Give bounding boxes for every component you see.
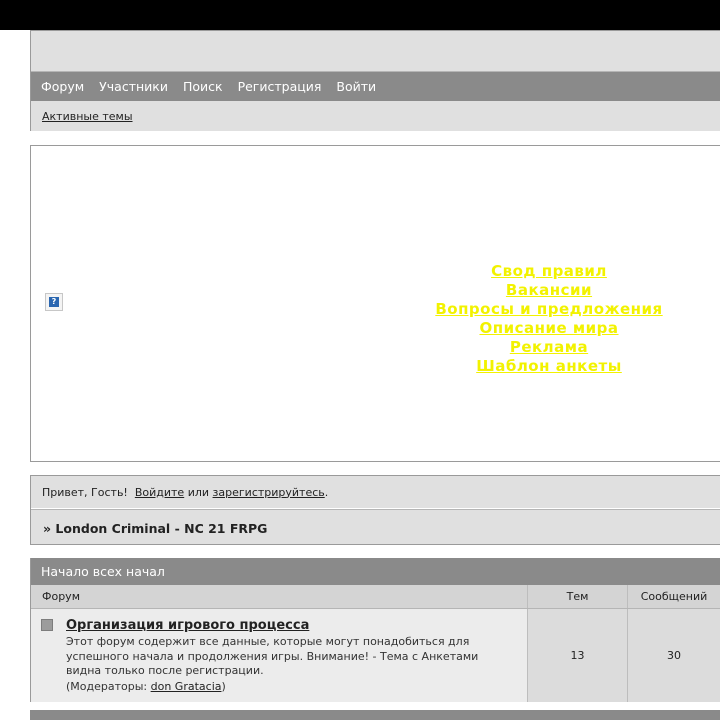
column-headers: Форум Тем Сообщений [31,585,720,609]
next-category-header [30,710,720,720]
guest-greeting: Привет, Гость! Войдите или зарегистрируй… [31,476,720,509]
login-link[interactable]: Войдите [135,486,184,499]
world-description-link[interactable]: Описание мира [411,319,687,338]
rules-link[interactable]: Свод правил [411,262,687,281]
greeting-text: Привет, Гость! [42,485,128,499]
main-nav: Форум Участники Поиск Регистрация Войти [31,72,720,101]
forum-moderators: (Модераторы: don Gratacia) [66,680,226,693]
advertising-link[interactable]: Реклама [411,338,687,357]
posts-count: 30 [627,609,720,702]
register-link[interactable]: зарегистрируйтесь [213,486,325,499]
nav-members[interactable]: Участники [99,79,168,94]
column-forum: Форум [42,590,80,603]
nav-login[interactable]: Войти [336,79,376,94]
period-text: . [324,485,329,499]
vacancies-link[interactable]: Вакансии [411,281,687,300]
forum-category: Начало всех начал Форум Тем Сообщений Ор… [30,558,720,702]
topics-count: 13 [527,609,627,702]
nav-forum[interactable]: Форум [41,79,84,94]
or-text: или [187,485,210,499]
guest-panel: Привет, Гость! Войдите или зарегистрируй… [30,475,720,545]
banner-links: Свод правил Вакансии Вопросы и предложен… [411,262,687,376]
forum-title-link[interactable]: Организация игрового процесса [66,618,309,633]
sub-nav: Активные темы [31,101,720,131]
top-black-bar [0,0,720,30]
category-title: Начало всех начал [31,558,720,585]
forum-header: Форум Участники Поиск Регистрация Войти … [30,30,720,131]
moderator-link[interactable]: don Gratacia [151,680,222,693]
announcement-banner: ? Свод правил Вакансии Вопросы и предлож… [30,145,720,462]
moderators-prefix: (Модераторы: [66,680,151,693]
question-icon[interactable]: ? [45,293,63,311]
nav-search[interactable]: Поиск [183,79,223,94]
forum-description: Этот форум содержит все данные, которые … [66,635,479,677]
column-posts: Сообщений [627,585,720,608]
forum-status-icon [41,619,53,631]
questions-link[interactable]: Вопросы и предложения [411,300,687,319]
moderators-suffix: ) [221,680,226,693]
forum-info-cell: Организация игрового процесса Этот форум… [31,609,527,702]
profile-template-link[interactable]: Шаблон анкеты [411,357,687,376]
header-logo-area [31,31,720,72]
column-topics: Тем [527,585,627,608]
breadcrumb: » London Criminal - NC 21 FRPG [31,509,720,546]
nav-register[interactable]: Регистрация [238,79,322,94]
forum-row: Организация игрового процесса Этот форум… [31,609,720,702]
active-topics-link[interactable]: Активные темы [42,110,133,123]
